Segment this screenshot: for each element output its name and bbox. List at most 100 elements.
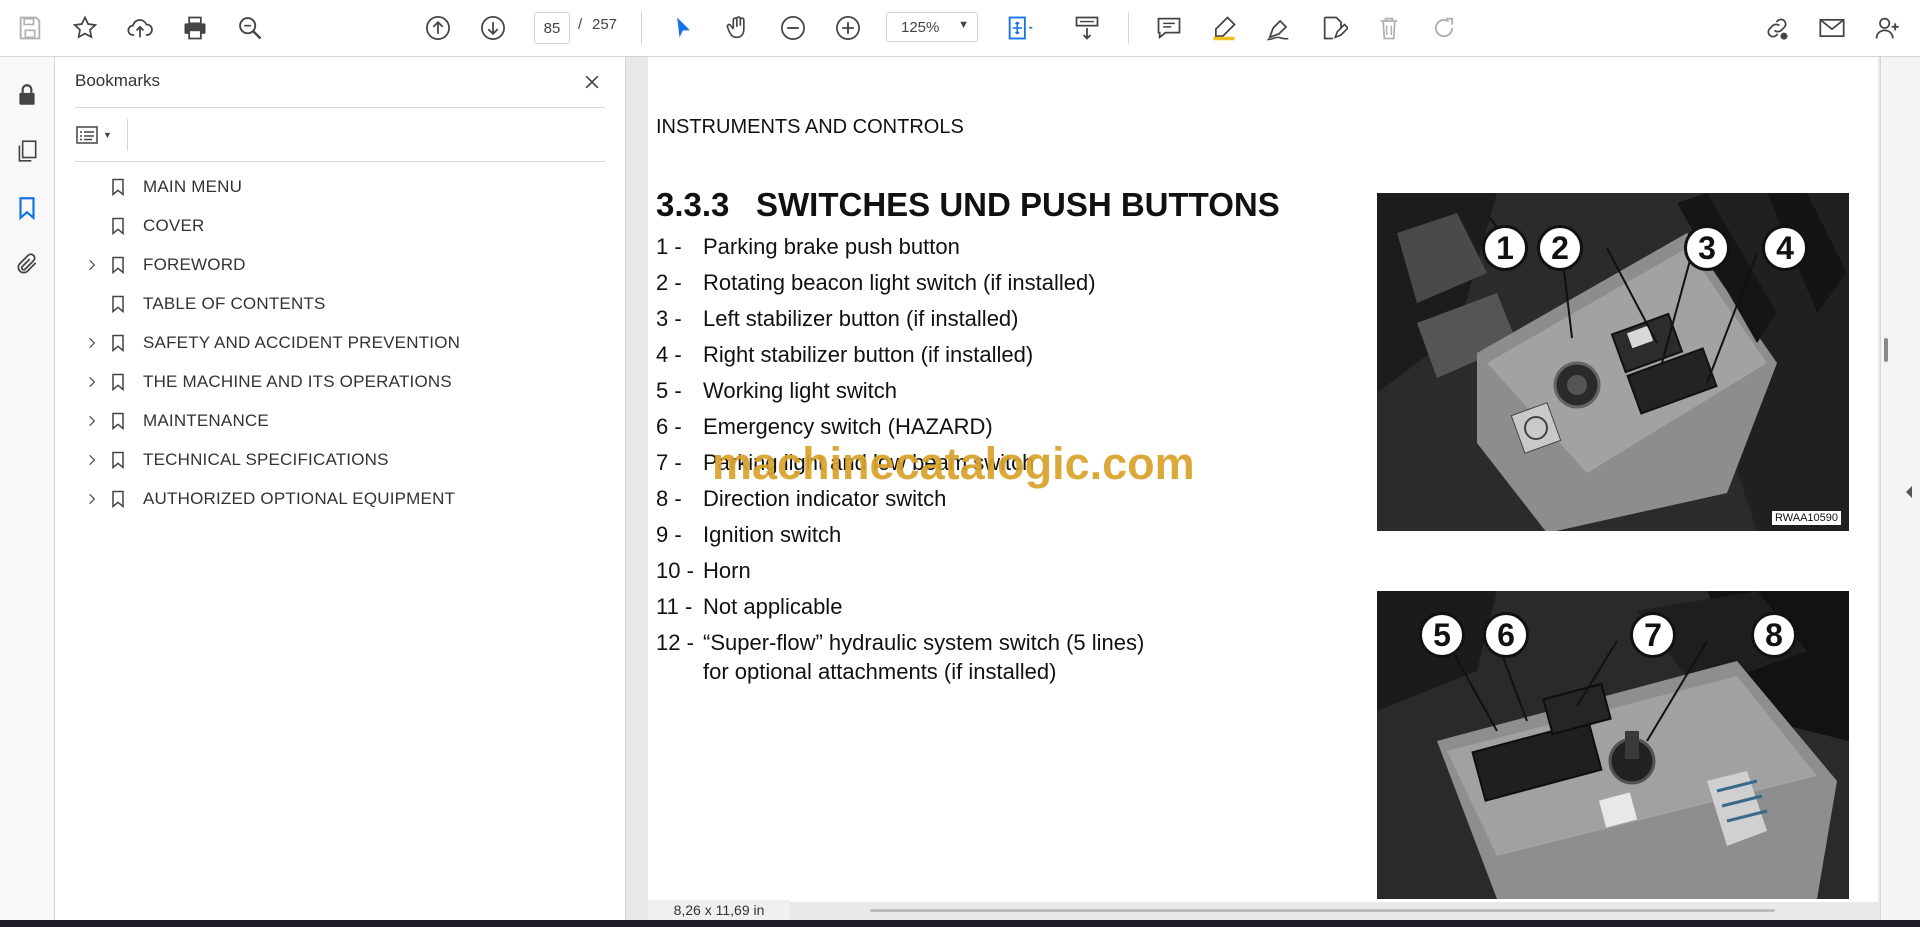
bookmark-icon [107, 449, 129, 471]
edit-text-icon[interactable] [1314, 8, 1354, 48]
zoom-level-select[interactable]: 125% ▼ [886, 12, 978, 42]
watermark: machinecatalogic.com [712, 438, 1195, 489]
taskbar-strip [0, 920, 1920, 927]
delete-icon[interactable] [1369, 8, 1409, 48]
item-text: Rotating beacon light switch (if install… [703, 270, 1096, 295]
expand-tools-handle[interactable] [1900, 480, 1918, 504]
lock-icon[interactable] [9, 77, 45, 113]
bookmark-item[interactable]: MAIN MENU [75, 167, 605, 206]
divider [75, 107, 605, 108]
bookmark-label: TABLE OF CONTENTS [143, 293, 326, 313]
bookmark-options-button[interactable]: ▼ [75, 119, 123, 151]
toolbar-divider [641, 12, 642, 44]
attachment-icon[interactable] [9, 246, 45, 282]
item-text: Working light switch [703, 378, 897, 403]
item-text-line2: for optional attachments (if installed) [703, 659, 1057, 684]
toolbar-divider [1128, 12, 1129, 44]
next-page-icon[interactable] [473, 8, 513, 48]
page-number-input[interactable]: 85 [534, 12, 570, 44]
zoom-out-icon[interactable] [773, 8, 813, 48]
chevron-right-icon[interactable] [81, 332, 103, 354]
chevron-right-icon[interactable] [81, 254, 103, 276]
add-user-icon[interactable] [1867, 8, 1907, 48]
page-separator: / [578, 16, 583, 33]
item-text: Ignition switch [703, 522, 842, 547]
upload-cloud-icon[interactable] [120, 8, 160, 48]
item-text-line1: “Super-flow” hydraulic system switch (5 … [703, 630, 1145, 655]
item-text: Horn [703, 558, 751, 583]
divider [127, 119, 128, 151]
callout-6: 6 [1483, 612, 1529, 658]
vertical-scrollbar[interactable] [1884, 338, 1888, 362]
list-item: 9 - Ignition switch [656, 520, 1356, 549]
bookmark-item[interactable]: SAFETY AND ACCIDENT PREVENTION [75, 323, 605, 362]
bookmark-item[interactable]: FOREWORD [75, 245, 605, 284]
hand-tool-icon[interactable] [718, 8, 758, 48]
bookmark-icon[interactable] [9, 190, 45, 226]
item-number: 7 - [656, 450, 682, 475]
divider [75, 161, 605, 162]
zoom-search-icon[interactable] [230, 8, 270, 48]
chevron-right-icon[interactable] [81, 371, 103, 393]
page-thumbnails-icon[interactable] [9, 133, 45, 169]
close-icon [585, 75, 599, 89]
fit-page-icon[interactable] [999, 8, 1039, 48]
bookmark-label: FOREWORD [143, 254, 246, 274]
item-text: Emergency switch (HAZARD) [703, 414, 993, 439]
draw-pen-icon[interactable] [1259, 8, 1299, 48]
redo-icon[interactable] [1424, 8, 1464, 48]
callout-8: 8 [1751, 612, 1797, 658]
bookmark-item[interactable]: COVER [75, 206, 605, 245]
bookmark-icon [107, 371, 129, 393]
section-heading: SWITCHES UND PUSH BUTTONS [756, 186, 1280, 223]
item-text: “Super-flow” hydraulic system switch (5 … [703, 628, 1356, 686]
highlight-icon[interactable] [1204, 8, 1244, 48]
item-number: 1 - [656, 234, 682, 259]
callout-7: 7 [1630, 612, 1676, 658]
bookmark-item[interactable]: AUTHORIZED OPTIONAL EQUIPMENT [75, 479, 605, 518]
item-text: Not applicable [703, 594, 843, 619]
total-pages: 257 [592, 16, 618, 33]
callout-3: 3 [1684, 225, 1730, 271]
close-panel-button[interactable] [577, 67, 607, 97]
callout-4: 4 [1762, 225, 1808, 271]
list-item: 3 - Left stabilizer button (if installed) [656, 304, 1356, 333]
bookmark-label: THE MACHINE AND ITS OPERATIONS [143, 371, 452, 391]
bookmark-item[interactable]: THE MACHINE AND ITS OPERATIONS [75, 362, 605, 401]
callout-1: 1 [1482, 225, 1528, 271]
item-number: 8 - [656, 486, 682, 511]
print-icon[interactable] [175, 8, 215, 48]
bookmark-item[interactable]: MAINTENANCE [75, 401, 605, 440]
list-item: 5 - Working light switch [656, 376, 1356, 405]
bookmark-icon [107, 176, 129, 198]
select-cursor-icon[interactable] [663, 8, 703, 48]
horizontal-scrollbar[interactable] [870, 909, 1775, 912]
share-link-icon[interactable] [1757, 8, 1797, 48]
save-icon[interactable] [10, 8, 50, 48]
bookmark-label: COVER [143, 215, 205, 235]
chevron-down-icon: ▼ [958, 19, 969, 31]
chevron-right-icon[interactable] [81, 488, 103, 510]
bookmark-icon [107, 410, 129, 432]
bookmark-icon [107, 488, 129, 510]
list-item: 10 - Horn [656, 556, 1356, 585]
previous-page-icon[interactable] [418, 8, 458, 48]
photo-reference-code: RWAA10590 [1772, 511, 1841, 525]
panel-title: Bookmarks [75, 71, 161, 90]
item-text: Right stabilizer button (if installed) [703, 342, 1034, 367]
comment-icon[interactable] [1149, 8, 1189, 48]
list-item: 11 - Not applicable [656, 592, 1356, 621]
email-icon[interactable] [1812, 8, 1852, 48]
chevron-right-icon[interactable] [81, 410, 103, 432]
bookmark-item[interactable]: TABLE OF CONTENTS [75, 284, 605, 323]
chevron-right-icon[interactable] [81, 449, 103, 471]
scroll-mode-icon[interactable] [1067, 8, 1107, 48]
item-number: 2 - [656, 270, 682, 295]
bookmark-list: MAIN MENU COVER FOREWORD TABLE OF CONTEN… [75, 167, 605, 518]
bookmark-item[interactable]: TECHNICAL SPECIFICATIONS [75, 440, 605, 479]
list-item: 1 - Parking brake push button [656, 232, 1356, 261]
bookmark-label: TECHNICAL SPECIFICATIONS [143, 449, 389, 469]
zoom-in-icon[interactable] [828, 8, 868, 48]
left-navigation-rail [0, 57, 55, 927]
star-icon[interactable] [65, 8, 105, 48]
